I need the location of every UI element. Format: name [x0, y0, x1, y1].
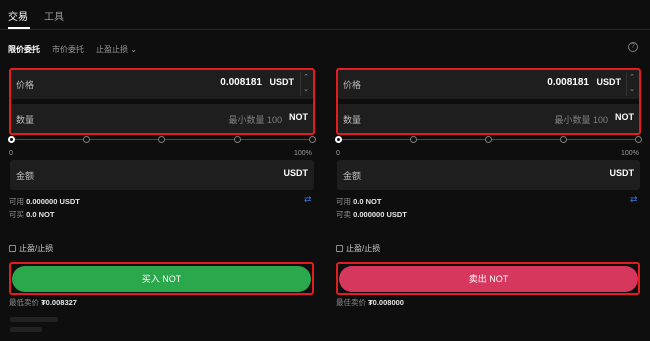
checkbox-icon[interactable] [9, 245, 16, 252]
sell-amount-label: 金额 [343, 171, 362, 181]
checkbox-icon[interactable] [336, 245, 343, 252]
slider-stop-50[interactable] [158, 136, 165, 143]
buy-price-field[interactable]: 价格 0.008181 USDT ⌃ ⌄ [10, 69, 314, 99]
slider-stop-75[interactable] [234, 136, 241, 143]
stepper-down-icon[interactable]: ⌄ [627, 84, 637, 96]
buy-quantity-label: 数量 [16, 115, 35, 125]
stepper-up-icon[interactable]: ⌃ [627, 72, 637, 84]
buy-quantity-unit: NOT [289, 112, 308, 122]
buy-amount-slider[interactable] [8, 135, 316, 145]
transfer-icon[interactable]: ⇄ [630, 194, 638, 205]
slider-stop-100[interactable] [635, 136, 642, 143]
sell-quantity-field[interactable]: 数量 最小数量 100 NOT [337, 104, 640, 134]
tab-tools[interactable]: 工具 [44, 8, 64, 23]
order-type-bar: 限价委托 市价委托 止盈止损 ⌄ ? [0, 40, 650, 58]
tab-market-order[interactable]: 市价委托 [52, 44, 84, 55]
sell-slider-min: 0 [336, 150, 340, 157]
sell-best-price-value: ₮0.008000 [368, 298, 404, 307]
buy-available-row: 可用 0.000000 USDT [9, 197, 80, 206]
slider-stop-0[interactable] [335, 136, 342, 143]
slider-stop-75[interactable] [560, 136, 567, 143]
sell-best-price: 最佳卖价 ₮0.008000 [336, 298, 404, 307]
sell-price-label: 价格 [343, 80, 362, 90]
buy-quantity-placeholder: 最小数量 100 [228, 115, 282, 125]
sell-price-unit: USDT [596, 77, 622, 87]
buy-available-value: 0.000000 USDT [26, 197, 80, 206]
buy-amount-field[interactable]: 金额 USDT [10, 160, 314, 190]
buy-max-row: 可买 0.0 NOT [9, 210, 55, 219]
slider-stop-25[interactable] [83, 136, 90, 143]
buy-price-value[interactable]: 0.008181 [220, 77, 262, 88]
sell-quantity-placeholder: 最小数量 100 [554, 115, 608, 125]
slider-stop-25[interactable] [410, 136, 417, 143]
slider-stop-0[interactable] [8, 136, 15, 143]
sell-tpsl-toggle[interactable]: 止盈/止损 [336, 243, 380, 254]
stepper-up-icon[interactable]: ⌃ [301, 72, 311, 84]
obscured-text [10, 317, 58, 322]
sell-amount-unit: USDT [609, 168, 635, 178]
buy-price-unit: USDT [269, 77, 295, 87]
buy-max-value: 0.0 NOT [26, 210, 55, 219]
sell-available-row: 可用 0.0 NOT [336, 197, 382, 206]
sell-slider-max: 100% [621, 150, 639, 157]
buy-price-label: 价格 [16, 80, 35, 90]
buy-slider-max: 100% [294, 150, 312, 157]
buy-amount-label: 金额 [16, 171, 35, 181]
buy-quantity-field[interactable]: 数量 最小数量 100 NOT [10, 104, 314, 134]
stepper-down-icon[interactable]: ⌄ [301, 84, 311, 96]
obscured-text [10, 327, 42, 332]
buy-amount-unit: USDT [283, 168, 309, 178]
slider-stop-50[interactable] [485, 136, 492, 143]
sell-button[interactable]: 卖出 NOT [339, 266, 638, 292]
tab-trade[interactable]: 交易 [8, 8, 28, 23]
transfer-icon[interactable]: ⇄ [304, 194, 312, 205]
help-icon[interactable]: ? [628, 42, 638, 52]
sell-price-stepper[interactable]: ⌃ ⌄ [626, 72, 637, 96]
sell-amount-slider[interactable] [335, 135, 642, 145]
sell-max-row: 可卖 0.000000 USDT [336, 210, 407, 219]
buy-slider-min: 0 [9, 150, 13, 157]
buy-button[interactable]: 买入 NOT [12, 266, 311, 292]
sell-quantity-unit: NOT [615, 112, 634, 122]
sell-price-field[interactable]: 价格 0.008181 USDT ⌃ ⌄ [337, 69, 640, 99]
tab-stop-order[interactable]: 止盈止损 ⌄ [96, 44, 137, 55]
buy-best-price: 最低卖价 ₮0.008327 [9, 298, 77, 307]
buy-price-stepper[interactable]: ⌃ ⌄ [300, 72, 311, 96]
tab-limit-order[interactable]: 限价委托 [8, 44, 40, 55]
sell-price-value[interactable]: 0.008181 [547, 77, 589, 88]
top-tab-bar: 交易 工具 [0, 0, 650, 30]
buy-best-price-value: ₮0.008327 [41, 298, 77, 307]
slider-stop-100[interactable] [309, 136, 316, 143]
sell-max-value: 0.000000 USDT [353, 210, 407, 219]
sell-quantity-label: 数量 [343, 115, 362, 125]
buy-tpsl-toggle[interactable]: 止盈/止损 [9, 243, 53, 254]
sell-available-value: 0.0 NOT [353, 197, 382, 206]
active-tab-indicator [8, 27, 30, 29]
sell-amount-field[interactable]: 金额 USDT [337, 160, 640, 190]
